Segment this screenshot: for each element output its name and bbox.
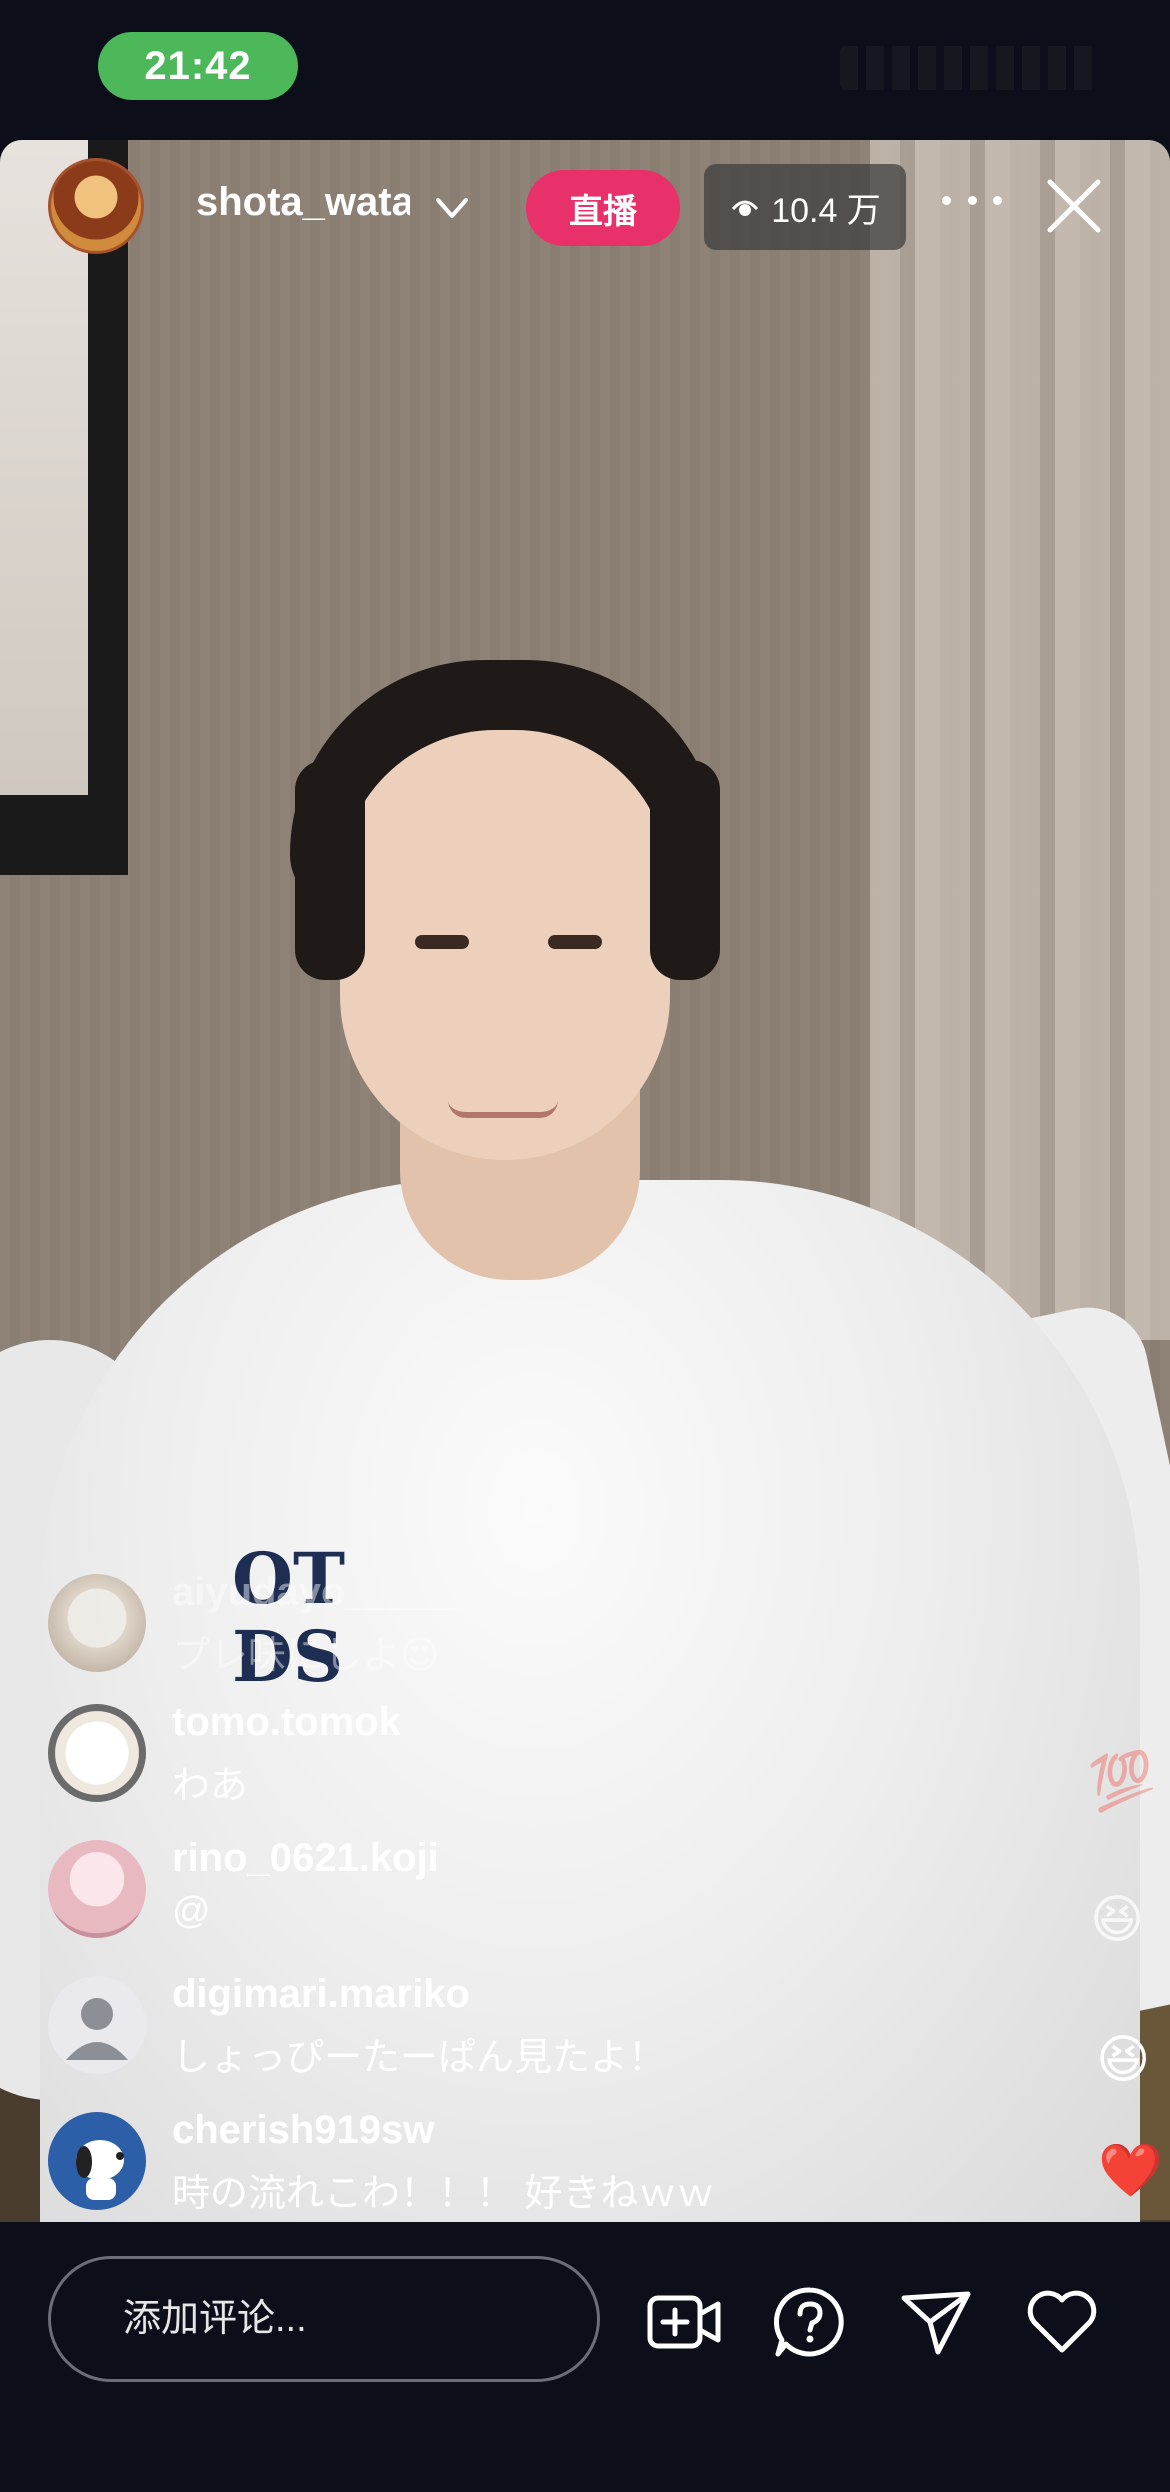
comment-username[interactable]: aiyudayo_____: [172, 1570, 457, 1615]
comment-item[interactable]: digimari.mariko しょっぴーたーぱん見たよ！: [0, 1964, 900, 2094]
viewer-count-value: 10.4 万: [771, 191, 881, 230]
live-badge: 直播: [526, 170, 680, 246]
comment-text: しょっぴーたーぱん見たよ！: [172, 2037, 667, 2079]
comment-item[interactable]: tomo.tomok わあ: [0, 1692, 900, 1822]
more-options-icon[interactable]: [942, 180, 1002, 220]
bottom-bar: [0, 2222, 1170, 2492]
avatar[interactable]: [48, 1574, 146, 1672]
avatar[interactable]: [48, 1976, 146, 2074]
floating-reactions: 💯 😆 😆 ❤️: [1050, 1747, 1170, 2220]
viewer-count[interactable]: 10.4 万: [704, 164, 906, 250]
close-icon[interactable]: [1042, 174, 1106, 238]
comment-username[interactable]: digimari.mariko: [172, 1972, 470, 2017]
host-avatar[interactable]: [48, 158, 144, 254]
default-user-icon: [66, 1998, 128, 2060]
status-bar: 21:42: [0, 0, 1170, 140]
comment-item[interactable]: cherish919sw 時の流れこわ！！！ 好きねｗｗ: [0, 2100, 900, 2230]
host-username[interactable]: shota_wata: [196, 180, 410, 225]
comment-input[interactable]: [48, 2256, 600, 2382]
comment-item[interactable]: aiyudayo_____ プレ味にしよ😍: [0, 1562, 900, 1692]
live-header: shota_wata 直播 10.4 万: [0, 140, 1170, 270]
hundred-points-reaction: 💯: [1085, 1746, 1160, 1816]
chevron-down-icon[interactable]: [430, 186, 474, 230]
curtain: [870, 140, 1170, 1340]
comment-username[interactable]: tomo.tomok: [172, 1700, 401, 1745]
heart-icon[interactable]: [1024, 2284, 1100, 2360]
snoopy-avatar-icon: [76, 2140, 124, 2200]
comment-text: 時の流れこわ！！！ 好きねｗｗ: [172, 2173, 715, 2215]
video-plus-icon[interactable]: [646, 2284, 722, 2360]
comment-text: わあ: [172, 1765, 249, 1807]
comment-username[interactable]: cherish919sw: [172, 2108, 434, 2153]
laughing-reaction: 😆: [1096, 2031, 1151, 2089]
heart-reaction: ❤️: [1098, 2142, 1163, 2200]
question-icon[interactable]: [772, 2284, 848, 2360]
avatar[interactable]: [48, 2112, 146, 2210]
avatar[interactable]: [48, 1704, 146, 1802]
laughing-reaction: 😆: [1090, 1891, 1145, 1949]
streamer-face: [340, 730, 670, 1160]
eye-icon: [732, 200, 759, 216]
comment-text: @: [172, 1890, 211, 1932]
comment-item[interactable]: rino_0621.koji @: [0, 1828, 900, 1958]
avatar[interactable]: [48, 1840, 146, 1938]
status-indicators: [840, 46, 1100, 90]
paper-plane-icon[interactable]: [898, 2284, 974, 2360]
status-clock: 21:42: [98, 32, 298, 100]
comment-text: プレ味にしよ😍: [172, 1635, 440, 1677]
comment-username[interactable]: rino_0621.koji: [172, 1836, 439, 1881]
